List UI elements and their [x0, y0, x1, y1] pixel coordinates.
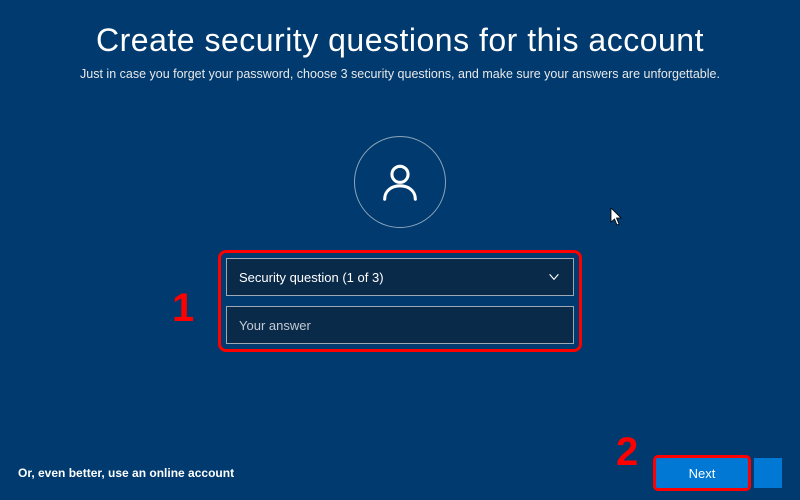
- page-subtitle: Just in case you forget your password, c…: [0, 67, 800, 81]
- form-container: 1 Security question (1 of 3): [0, 258, 800, 344]
- answer-input[interactable]: [226, 306, 574, 344]
- online-account-link[interactable]: Or, even better, use an online account: [18, 466, 234, 480]
- avatar: [354, 136, 446, 228]
- annotation-label-1: 1: [172, 286, 194, 331]
- security-question-placeholder: Security question (1 of 3): [239, 270, 384, 285]
- avatar-container: [0, 136, 800, 228]
- next-area: 2 Next: [656, 458, 782, 488]
- chevron-down-icon: [547, 270, 561, 284]
- page-title: Create security questions for this accou…: [0, 22, 800, 59]
- next-button-label: Next: [689, 466, 716, 481]
- form-inner: 1 Security question (1 of 3): [226, 258, 574, 344]
- user-icon: [377, 159, 423, 205]
- annotation-label-2: 2: [616, 430, 638, 475]
- security-question-select[interactable]: Security question (1 of 3): [226, 258, 574, 296]
- header: Create security questions for this accou…: [0, 0, 800, 81]
- next-button-extra: [754, 458, 782, 488]
- next-button[interactable]: Next: [656, 458, 748, 488]
- footer: Or, even better, use an online account 2…: [0, 458, 800, 488]
